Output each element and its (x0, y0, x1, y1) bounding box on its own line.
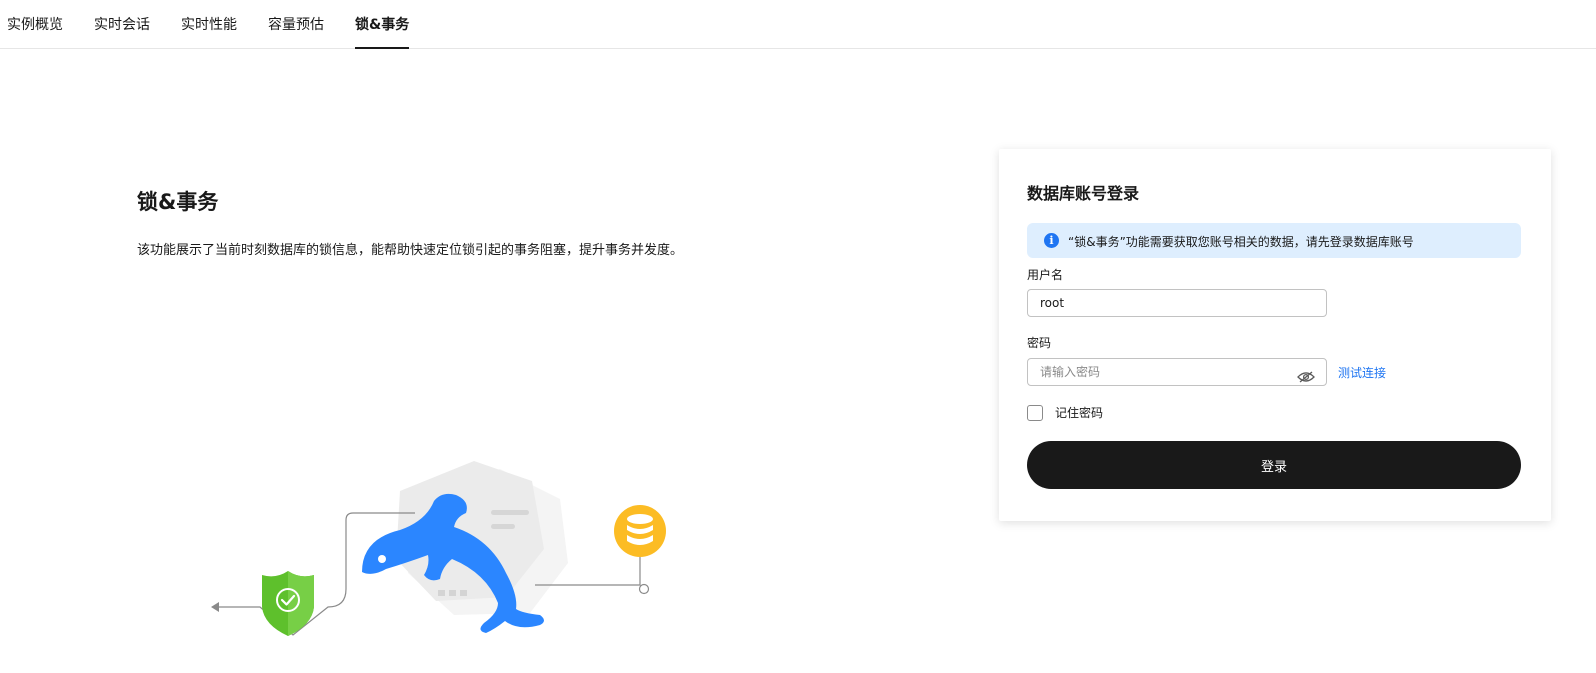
login-notice: i “锁&事务”功能需要获取您账号相关的数据，请先登录数据库账号 (1027, 223, 1521, 258)
tab-realtime-performance[interactable]: 实时性能 (181, 15, 237, 49)
login-notice-text: “锁&事务”功能需要获取您账号相关的数据，请先登录数据库账号 (1068, 235, 1414, 249)
login-button[interactable]: 登录 (1027, 441, 1521, 489)
info-icon: i (1044, 233, 1059, 248)
login-card-title: 数据库账号登录 (1027, 184, 1140, 203)
shield-check-icon (262, 571, 314, 636)
tab-realtime-sessions[interactable]: 实时会话 (94, 15, 150, 49)
database-login-card: 数据库账号登录 i “锁&事务”功能需要获取您账号相关的数据，请先登录数据库账号… (999, 149, 1551, 521)
tab-instance-overview[interactable]: 实例概览 (7, 15, 63, 49)
database-illustration (211, 461, 666, 636)
arrow-left-icon (211, 602, 219, 612)
top-tab-bar: 实例概览 实时会话 实时性能 容量预估 锁&事务 (0, 0, 1596, 49)
remember-password-checkbox[interactable] (1027, 405, 1043, 421)
remember-password-label: 记住密码 (1055, 406, 1104, 420)
username-input[interactable] (1027, 289, 1327, 317)
password-label: 密码 (1027, 336, 1052, 350)
eye-off-icon[interactable] (1297, 371, 1315, 383)
username-label: 用户名 (1027, 268, 1064, 282)
database-icon (614, 505, 666, 557)
password-input[interactable] (1027, 358, 1327, 386)
tab-locks-transactions[interactable]: 锁&事务 (355, 15, 410, 49)
page-title: 锁&事务 (137, 190, 219, 214)
test-connection-link[interactable]: 测试连接 (1338, 364, 1386, 381)
tab-capacity-estimate[interactable]: 容量预估 (268, 15, 324, 49)
page-description: 该功能展示了当前时刻数据库的锁信息，能帮助快速定位锁引起的事务阻塞，提升事务并发… (137, 243, 684, 258)
